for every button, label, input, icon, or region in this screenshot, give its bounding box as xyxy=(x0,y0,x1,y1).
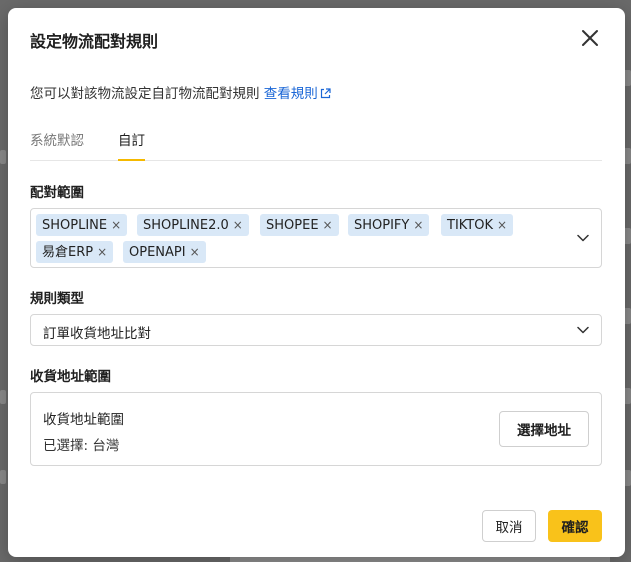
scope-tag: SHOPLINE × xyxy=(36,214,128,236)
tag-remove-icon[interactable]: × xyxy=(413,218,423,232)
scope-tag: 易倉ERP × xyxy=(36,241,114,263)
tag-remove-icon[interactable]: × xyxy=(233,218,243,232)
tag-remove-icon[interactable]: × xyxy=(190,245,200,259)
scope-tag: TIKTOK × xyxy=(441,214,514,236)
choose-address-button[interactable]: 選擇地址 xyxy=(499,411,589,447)
background-fragment xyxy=(0,470,6,484)
scope-tag-label: SHOPLINE xyxy=(42,218,108,233)
scope-tag-label: SHOPIFY xyxy=(354,218,410,233)
view-rules-link[interactable]: 查看規則 xyxy=(260,86,331,102)
match-scope-label: 配對範圍 xyxy=(30,185,84,201)
tag-remove-icon[interactable]: × xyxy=(97,245,107,259)
chevron-down-icon xyxy=(577,234,589,242)
chevron-down-icon xyxy=(577,326,589,334)
tab-custom[interactable]: 自訂 xyxy=(118,129,145,161)
tag-remove-icon[interactable]: × xyxy=(497,218,507,232)
scope-tag: SHOPIFY × xyxy=(348,214,430,236)
selected-address-text: 已選擇: 台灣 xyxy=(43,438,120,454)
tab-system-default[interactable]: 系統默認 xyxy=(30,129,84,161)
scope-tag-label: SHOPEE xyxy=(266,218,319,233)
rule-type-label: 規則類型 xyxy=(30,291,84,307)
active-tab-indicator xyxy=(118,159,145,161)
tag-remove-icon[interactable]: × xyxy=(323,218,333,232)
scope-tag: OPENAPI × xyxy=(123,241,206,263)
address-box-title: 收貨地址範圍 xyxy=(43,412,124,428)
scope-tag-label: TIKTOK xyxy=(447,218,493,233)
address-scope-box: 收貨地址範圍 已選擇: 台灣 選擇地址 xyxy=(30,392,602,466)
tag-remove-icon[interactable]: × xyxy=(111,218,121,232)
tab-custom-label: 自訂 xyxy=(118,133,145,149)
rule-type-value: 訂單收貨地址比對 xyxy=(43,326,151,342)
logistics-rule-dialog: 設定物流配對規則 您可以對該物流設定自訂物流配對規則 查看規則 系統默認 自訂 … xyxy=(8,8,625,557)
scope-tag: SHOPLINE2.0 × xyxy=(137,214,249,236)
dialog-title: 設定物流配對規則 xyxy=(30,32,159,51)
scope-tag-label: 易倉ERP xyxy=(42,245,94,260)
rule-type-select[interactable]: 訂單收貨地址比對 xyxy=(30,314,602,346)
address-scope-label: 收貨地址範圍 xyxy=(30,369,111,385)
description-text: 您可以對該物流設定自訂物流配對規則 xyxy=(30,86,260,102)
close-button[interactable] xyxy=(579,27,601,49)
background-fragment xyxy=(0,150,6,164)
view-rules-label: 查看規則 xyxy=(263,86,318,102)
external-link-icon xyxy=(320,88,331,99)
scope-tag-label: OPENAPI xyxy=(129,245,186,260)
dialog-description: 您可以對該物流設定自訂物流配對規則 查看規則 xyxy=(30,82,331,102)
background-fragment xyxy=(0,390,6,404)
cancel-button[interactable]: 取消 xyxy=(482,510,536,542)
match-scope-select[interactable]: SHOPLINE × SHOPLINE2.0 × SHOPEE × SHOPIFY × … xyxy=(30,208,602,268)
rule-tabs: 系統默認 自訂 xyxy=(30,129,602,161)
confirm-button[interactable]: 確認 xyxy=(548,510,602,542)
close-icon xyxy=(582,30,598,46)
scope-tag: SHOPEE × xyxy=(260,214,339,236)
scope-tag-label: SHOPLINE2.0 xyxy=(143,218,229,233)
